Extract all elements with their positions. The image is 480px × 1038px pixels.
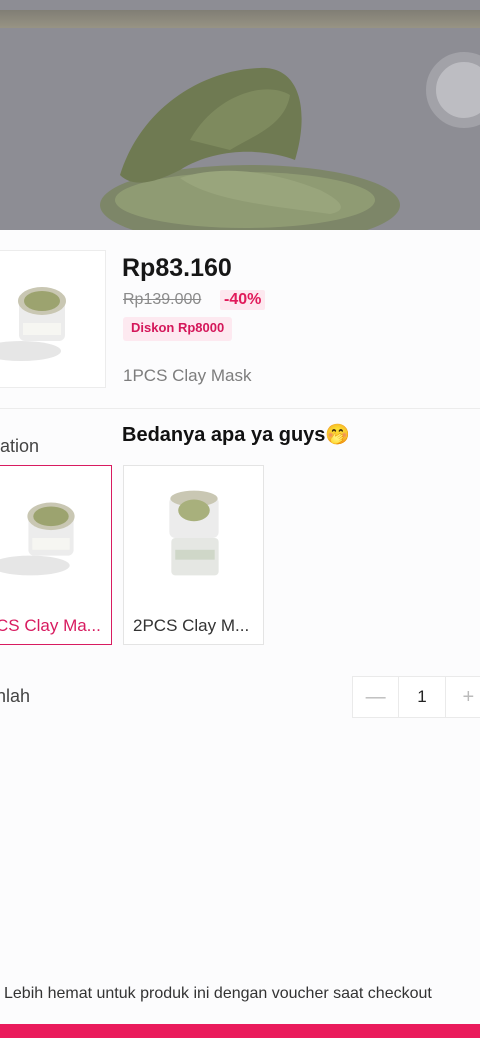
selected-variant-name: 1PCS Clay Mask xyxy=(123,366,252,385)
decrement-button[interactable]: — xyxy=(353,677,398,717)
clay-jar-icon xyxy=(0,502,75,576)
section-divider xyxy=(0,408,480,409)
discount-percent-badge: -40% xyxy=(220,290,266,310)
clay-mask-photo xyxy=(100,67,400,230)
product-hero-image xyxy=(0,0,480,230)
quantity-value[interactable]: 1 xyxy=(398,677,446,717)
quantity-stepper[interactable]: — 1 + xyxy=(352,676,480,718)
clay-jar-stack-icon xyxy=(169,490,219,576)
variant-option-2pcs[interactable]: 2PCS Clay M... xyxy=(123,465,264,645)
video-caption: Bedanya apa ya guys🤭 xyxy=(122,424,351,446)
clay-jar-icon xyxy=(0,287,66,361)
quantity-label: nlah xyxy=(0,686,31,706)
variation-label: iation xyxy=(0,436,40,456)
discount-amount-badge: Diskon Rp8000 xyxy=(123,317,233,341)
increment-button[interactable]: + xyxy=(446,677,480,717)
variant-option-label: CS Clay Ma... xyxy=(0,616,101,635)
variant-option-1pcs[interactable]: CS Clay Ma... xyxy=(0,465,112,645)
original-price: Rp139.000 xyxy=(123,291,202,308)
buy-button-strip[interactable] xyxy=(0,1024,480,1038)
product-price: Rp83.160 xyxy=(122,254,232,282)
voucher-note: Lebih hemat untuk produk ini dengan vouc… xyxy=(4,985,432,1002)
variant-option-label: 2PCS Clay M... xyxy=(133,616,250,635)
selected-product-thumbnail xyxy=(0,250,106,388)
